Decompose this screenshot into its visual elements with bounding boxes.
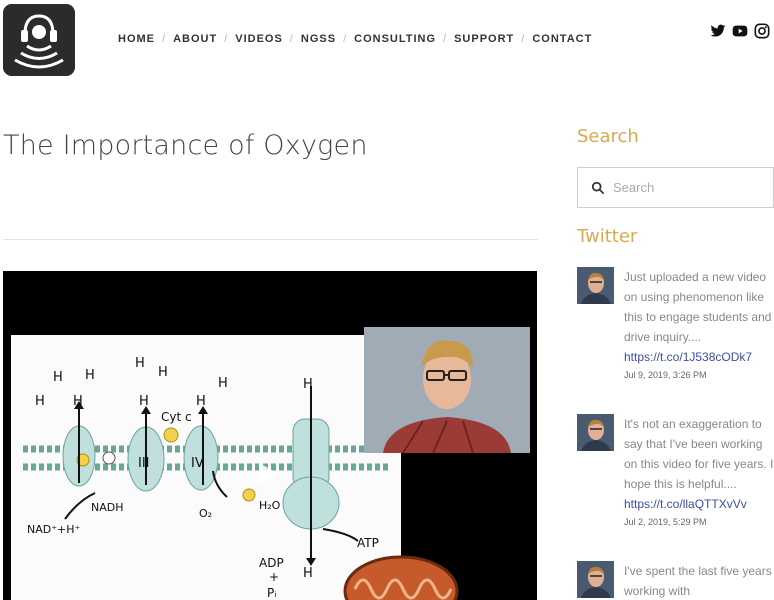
avatar[interactable] — [577, 414, 614, 451]
nav-contact[interactable]: CONTACT — [532, 33, 592, 45]
h2o-label: H₂O — [259, 499, 281, 512]
tweet-text: It's not an exaggeration to say that I'v… — [624, 417, 774, 491]
h-plus-label: H — [35, 394, 45, 409]
complex-iii-label: III — [138, 456, 150, 471]
nav-separator: / — [224, 33, 229, 45]
search-box[interactable] — [577, 167, 774, 208]
site-logo[interactable] — [3, 4, 75, 76]
electron-icon — [242, 488, 256, 502]
avatar[interactable] — [577, 267, 614, 304]
nav-videos[interactable]: VIDEOS — [235, 33, 283, 45]
tweet-text: Just uploaded a new video on using pheno… — [624, 270, 772, 344]
video-player[interactable]: H H H H H H H H H H H Cyt c III IV NADH … — [3, 271, 537, 600]
nav-separator: / — [443, 33, 448, 45]
nav-ngss[interactable]: NGSS — [301, 33, 336, 45]
pi-label: Pᵢ — [267, 586, 276, 600]
nav-about[interactable]: ABOUT — [173, 33, 217, 45]
h-plus-label: H — [158, 365, 168, 380]
cyt-c-label: Cyt c — [161, 410, 192, 424]
tweet-text: I've spent the last five years working w… — [624, 564, 772, 598]
nav-support[interactable]: SUPPORT — [454, 33, 514, 45]
plus-label: + — [269, 570, 279, 584]
h-plus-label: H — [196, 394, 206, 409]
avatar[interactable] — [577, 561, 614, 598]
tweet-date: Jul 2, 2019, 5:29 PM — [624, 517, 707, 527]
h-plus-label: H — [139, 394, 149, 409]
title-divider — [3, 239, 538, 240]
twitter-icon[interactable] — [710, 23, 726, 39]
video-frame: H H H H H H H H H H H Cyt c III IV NADH … — [3, 271, 537, 600]
h-plus-label: H — [53, 370, 63, 385]
nav-separator: / — [162, 33, 167, 45]
o2-label: O₂ — [199, 507, 212, 520]
adp-label: ADP — [259, 556, 284, 570]
instagram-icon[interactable] — [754, 23, 770, 39]
nav-separator: / — [343, 33, 348, 45]
user-avatar-icon — [577, 561, 614, 598]
nad-label: NAD⁺+H⁺ — [27, 523, 81, 536]
h-plus-label: H — [135, 356, 145, 371]
atp-label: ATP — [357, 536, 379, 550]
complex-iv-label: IV — [191, 456, 204, 471]
nav-home[interactable]: HOME — [118, 33, 155, 45]
user-avatar-icon — [577, 267, 614, 304]
search-icon — [591, 181, 605, 194]
search-input[interactable] — [613, 180, 763, 195]
cytochrome-c-icon — [163, 427, 179, 443]
tweet-date: Jul 9, 2019, 3:26 PM — [624, 370, 707, 380]
headphones-logo-icon — [3, 4, 75, 76]
h-plus-label: H — [73, 394, 83, 409]
presenter-video-overlay — [364, 327, 530, 454]
h-plus-label: H — [303, 377, 313, 392]
user-avatar-icon — [577, 414, 614, 451]
youtube-icon[interactable] — [732, 23, 748, 39]
page-title: The Importance of Oxygen — [3, 130, 368, 161]
social-links — [710, 23, 770, 39]
main-nav: HOME / ABOUT / VIDEOS / NGSS / CONSULTIN… — [118, 33, 592, 45]
search-heading: Search — [577, 126, 639, 147]
tweet-link[interactable]: https://t.co/1J538cODk7 — [624, 347, 774, 367]
nav-separator: / — [521, 33, 526, 45]
twitter-heading: Twitter — [577, 226, 638, 247]
h-plus-label: H — [303, 566, 313, 581]
nav-consulting[interactable]: CONSULTING — [354, 33, 436, 45]
nadh-label: NADH — [91, 501, 124, 514]
h-plus-label: H — [85, 368, 95, 383]
nav-separator: / — [289, 33, 294, 45]
tweet-link[interactable]: https://t.co/llaQTTXvVv — [624, 494, 774, 514]
h-plus-label: H — [218, 376, 228, 391]
